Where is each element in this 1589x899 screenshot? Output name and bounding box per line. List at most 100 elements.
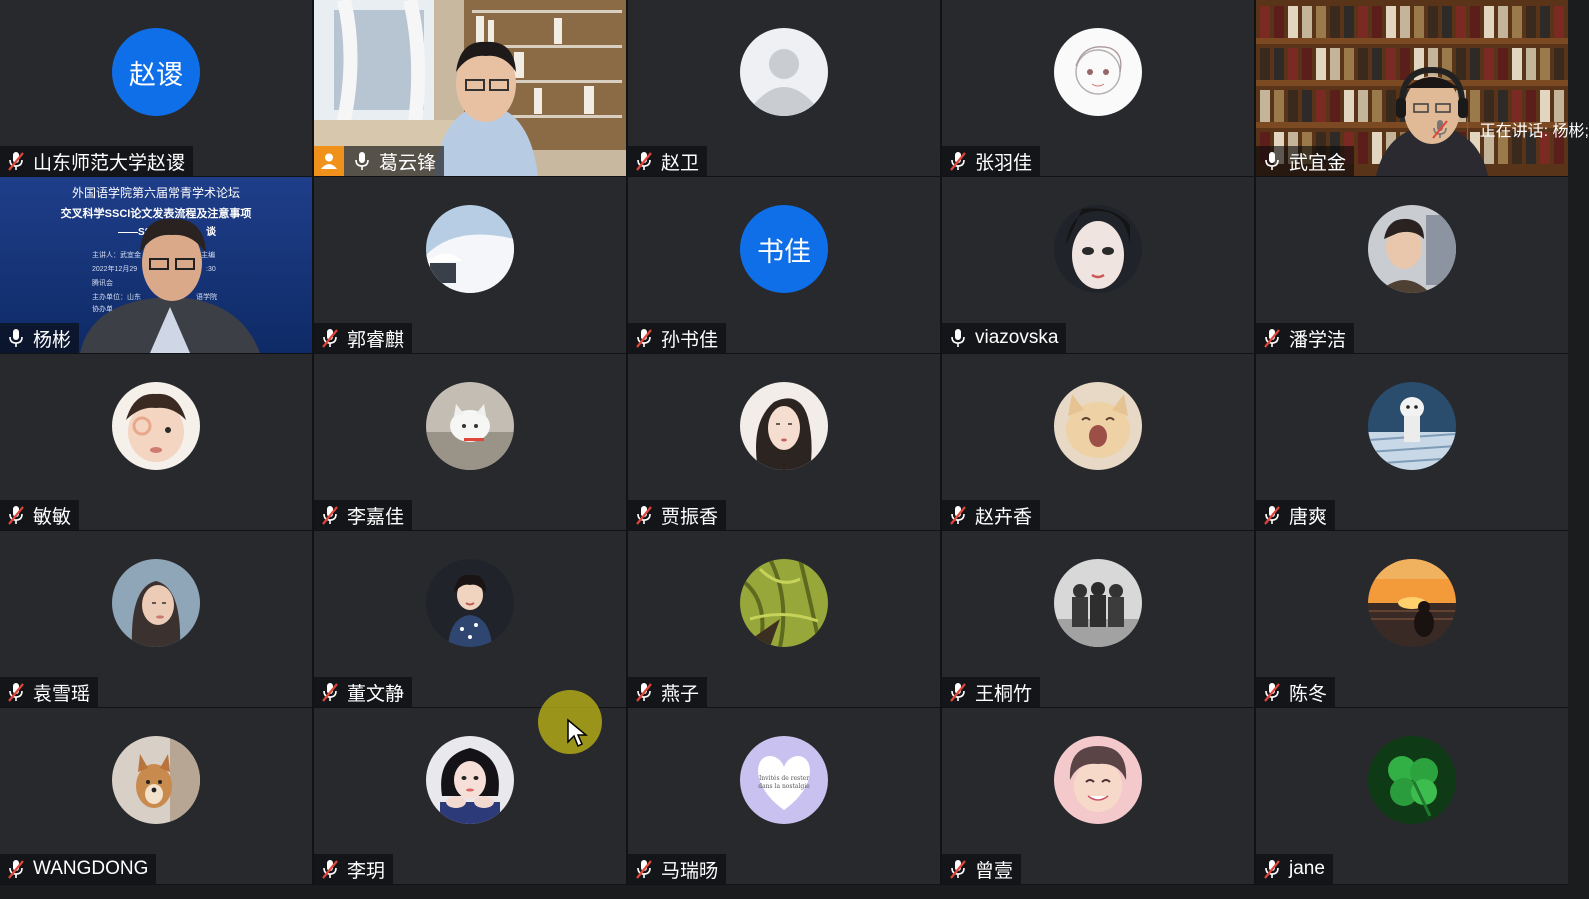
participant-name: 张羽佳 [975, 152, 1033, 174]
avatar [426, 736, 514, 824]
avatar [112, 736, 200, 824]
participant-tile[interactable]: 郭睿麒 [314, 177, 626, 353]
avatar: 赵谡 [112, 28, 200, 116]
participant-name: 曾壹 [975, 860, 1014, 882]
participant-name: 唐爽 [1289, 506, 1328, 528]
default-avatar-icon [740, 28, 828, 116]
mic-muted-icon [636, 152, 652, 171]
participant-tile[interactable]: jane [1256, 708, 1568, 884]
participant-name: 赵卫 [661, 152, 700, 174]
avatar [112, 559, 200, 647]
participant-tile[interactable]: Invités de rester dans la nostalgie 马瑞旸 [628, 708, 940, 884]
participant-tile[interactable]: 贾振香 [628, 354, 940, 530]
speaking-label: 正在讲话: 杨彬; [1479, 123, 1589, 140]
slide-line3-end: 谈 [206, 225, 217, 238]
participant-tile[interactable]: 武宜金 [1256, 0, 1568, 176]
participant-tile[interactable]: 唐爽 [1256, 354, 1568, 530]
speaking-indicator: 正在讲话: 杨彬; [1430, 116, 1589, 142]
participant-name: 袁雪瑶 [33, 683, 91, 705]
mic-muted-icon [1264, 506, 1280, 525]
name-tag: 葛云锋 [314, 146, 445, 176]
participant-tile[interactable]: 赵谡山东师范大学赵谡 [0, 0, 312, 176]
participant-name: 郭睿麒 [347, 329, 405, 351]
avatar [426, 382, 514, 470]
participant-tile[interactable]: 张羽佳 [942, 0, 1254, 176]
participant-tile[interactable]: 赵卫 [628, 0, 940, 176]
mic-muted-icon [8, 860, 24, 879]
mic-muted-icon [322, 329, 338, 348]
mic-icon [355, 152, 369, 170]
mic-icon [9, 329, 23, 347]
name-tag: 唐爽 [1256, 500, 1336, 530]
participant-tile[interactable]: 曾壹 [942, 708, 1254, 884]
avatar [426, 205, 514, 293]
avatar [1368, 205, 1456, 293]
participant-tile[interactable]: 陈冬 [1256, 531, 1568, 707]
participant-name: 武宜金 [1289, 152, 1347, 174]
name-tag: 陈冬 [1256, 677, 1336, 707]
participant-tile[interactable]: viazovska [942, 177, 1254, 353]
participant-tile[interactable]: 潘学洁 [1256, 177, 1568, 353]
name-tag: 燕子 [628, 677, 708, 707]
participant-tile[interactable]: 袁雪瑶 [0, 531, 312, 707]
participant-tile[interactable]: WANGDONG [0, 708, 312, 884]
participant-name: 陈冬 [1289, 683, 1328, 705]
participant-tile[interactable]: 葛云锋 [314, 0, 626, 176]
participant-name: 潘学洁 [1289, 329, 1347, 351]
avatar [740, 382, 828, 470]
mic-muted-icon [322, 506, 338, 525]
svg-text:语学院: 语学院 [196, 292, 217, 301]
participant-tile[interactable]: 外国语学院第六届常青学术论坛 交叉科学SSCI论文发表流程及注意事项 ——SSCI 谈… [0, 177, 312, 353]
participant-name: 杨彬 [33, 329, 72, 351]
participant-tile[interactable]: 董文静 [314, 531, 626, 707]
name-tag: 潘学洁 [1256, 323, 1355, 353]
avatar: Invités de rester dans la nostalgie [740, 736, 828, 824]
svg-text:主办单位：山东: 主办单位：山东 [92, 292, 141, 301]
avatar [1054, 28, 1142, 116]
name-tag: 郭睿麒 [314, 323, 413, 353]
mic-muted-icon [950, 683, 966, 702]
participant-name: viazovska [975, 327, 1059, 348]
mic-muted-icon [636, 683, 652, 702]
svg-text:主讲人：武宜金 Jo: 主讲人：武宜金 Jo [92, 250, 150, 259]
participant-name: 贾振香 [661, 506, 719, 528]
mic-muted-icon [636, 506, 652, 525]
participant-tile[interactable]: 书佳 孙书佳 [628, 177, 940, 353]
avatar [426, 559, 514, 647]
name-tag: 李嘉佳 [314, 500, 413, 530]
name-tag: 袁雪瑶 [0, 677, 99, 707]
mic-icon [951, 329, 965, 347]
mic-muted-icon [950, 152, 966, 171]
participant-tile[interactable]: 燕子 [628, 531, 940, 707]
avatar [1368, 736, 1456, 824]
name-tag: 曾壹 [942, 854, 1022, 884]
participant-name: 李玥 [347, 860, 386, 882]
name-tag: 赵卉香 [942, 500, 1041, 530]
svg-text::30: :30 [206, 266, 216, 273]
name-tag: 马瑞旸 [628, 854, 727, 884]
mic-icon [1265, 152, 1279, 170]
participant-tile[interactable]: 王桐竹 [942, 531, 1254, 707]
participant-name: 山东师范大学赵谡 [33, 152, 186, 174]
mic-muted-icon [636, 329, 652, 348]
participant-tile[interactable]: 李嘉佳 [314, 354, 626, 530]
participant-grid: 赵谡 山东师范大学赵谡 葛云锋 赵卫 张羽佳 武宜金 外国语学院第六届常青学术论坛 交叉科学S… [0, 0, 1568, 885]
name-tag: 董文静 [314, 677, 413, 707]
mic-muted-icon [950, 506, 966, 525]
avatar [1054, 382, 1142, 470]
mic-muted-icon [8, 506, 24, 525]
name-tag: 张羽佳 [942, 146, 1041, 176]
avatar [1054, 559, 1142, 647]
participant-name: 王桐竹 [975, 683, 1033, 705]
mic-muted-icon [8, 683, 24, 702]
name-tag: viazovska [942, 323, 1067, 353]
participant-name: 燕子 [661, 683, 700, 705]
participant-name: 孙书佳 [661, 329, 719, 351]
participant-tile[interactable]: 敏敏 [0, 354, 312, 530]
mic-muted-icon [1431, 120, 1448, 139]
participant-tile[interactable]: 赵卉香 [942, 354, 1254, 530]
name-tag: 李玥 [314, 854, 394, 884]
name-tag: WANGDONG [0, 854, 157, 884]
svg-text:腾讯会: 腾讯会 [92, 278, 113, 287]
person-icon [314, 146, 344, 176]
